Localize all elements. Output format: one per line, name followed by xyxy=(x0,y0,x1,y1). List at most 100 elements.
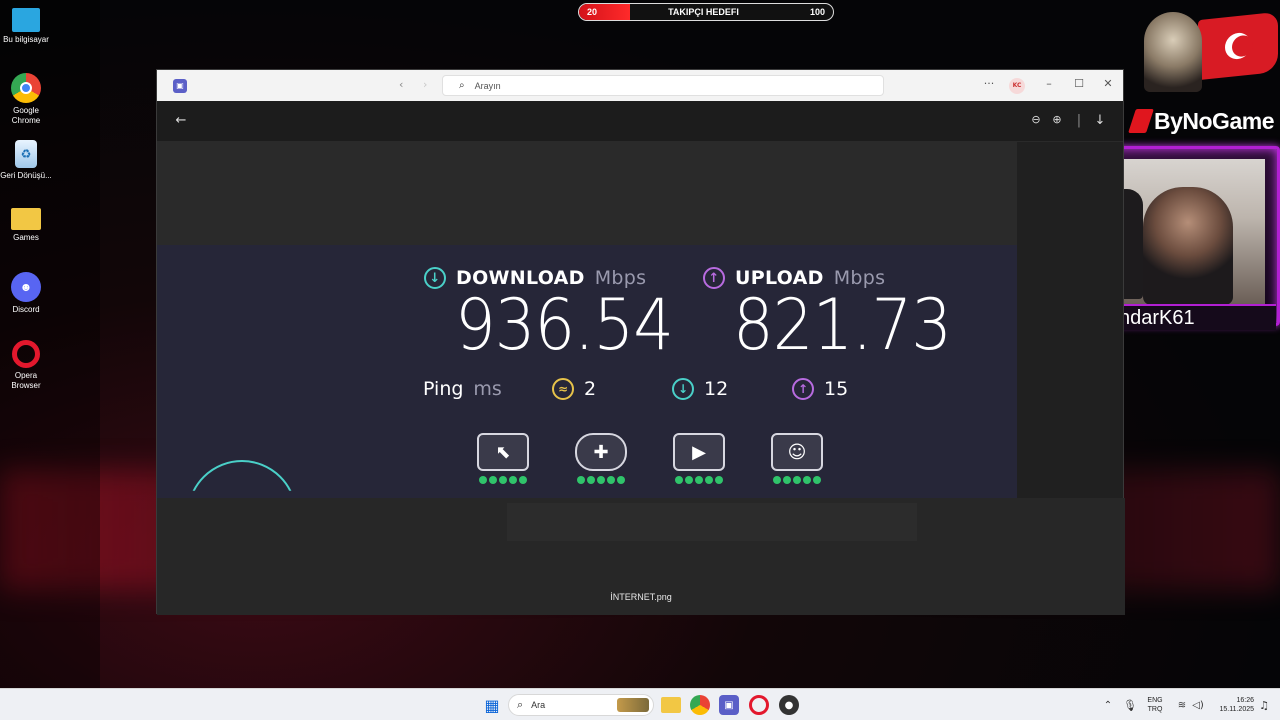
volume-icon[interactable]: ◁) xyxy=(1188,695,1208,715)
opera-icon[interactable] xyxy=(749,695,769,715)
usecase-rating xyxy=(770,476,824,484)
image-blurred-top xyxy=(157,142,1017,245)
download-icon[interactable]: ↓ xyxy=(1091,113,1109,128)
follower-goal-label: TAKIPÇI HEDEFI xyxy=(668,7,739,17)
toolbar-divider: | xyxy=(1076,113,1082,128)
turkish-flag-icon xyxy=(1198,11,1278,81)
ping-upload: ↑ 15 xyxy=(792,378,848,400)
image-filename: İNTERNET.png xyxy=(610,592,672,602)
desktop-icon-label: Discord xyxy=(12,305,40,314)
ping-idle-icon: ≈ xyxy=(552,378,574,400)
browsing-icon: ⬉ xyxy=(477,433,529,471)
portrait-flag-overlay xyxy=(1140,8,1280,94)
taskbar: ▦ ⌕ Ara ▣ ● ⌃ 🎙 ENG TRQ ≋ ◁) 16:26 15.11… xyxy=(0,688,1280,720)
desktop-icon-label: Google Chrome xyxy=(11,106,41,125)
nav-back-arrow-icon[interactable]: ‹ xyxy=(399,78,403,91)
tray-chevron-up-icon[interactable]: ⌃ xyxy=(1098,695,1118,715)
search-icon: ⌕ xyxy=(459,80,465,91)
desktop-icon-recycle-bin[interactable]: ♻ Geri Dönüşü... xyxy=(0,140,52,181)
gaming-icon: ✚ xyxy=(575,433,627,471)
usecase-browsing: ⬉ xyxy=(476,433,530,491)
streaming-icon: ▶ xyxy=(673,433,725,471)
usecase-gaming: ✚ xyxy=(574,433,628,491)
language-indicator[interactable]: ENG TRQ xyxy=(1144,696,1166,714)
chrome-icon xyxy=(11,73,41,103)
folder-icon xyxy=(11,208,41,230)
language-top: ENG xyxy=(1147,697,1163,704)
ping-label: Ping xyxy=(423,378,464,400)
desktop-icon-label: Games xyxy=(13,233,39,242)
teams-icon[interactable]: ▣ xyxy=(719,695,739,715)
search-placeholder: Arayın xyxy=(474,80,501,91)
avatar[interactable]: KC xyxy=(1009,78,1025,94)
obs-icon[interactable]: ● xyxy=(779,695,799,715)
image-blurred-element xyxy=(507,503,917,541)
ping-unit: ms xyxy=(473,378,502,400)
ping-download: ↓ 12 xyxy=(672,378,728,400)
ping-upload-value: 15 xyxy=(824,378,849,400)
usecase-rating xyxy=(574,476,628,484)
teams-app-icon: ▣ xyxy=(173,79,187,93)
usecase-video-call: ☺ xyxy=(770,433,824,491)
streamer-image xyxy=(1143,187,1233,305)
ping-upload-icon: ↑ xyxy=(792,378,814,400)
upload-value: 821.73 xyxy=(733,285,952,367)
ping-label-row: Ping ms xyxy=(423,378,502,400)
taskbar-search-label: Ara xyxy=(531,700,546,710)
download-arrow-icon: ↓ xyxy=(424,267,446,289)
ping-download-icon: ↓ xyxy=(672,378,694,400)
close-icon[interactable]: ✕ xyxy=(1098,77,1118,90)
desktop-icon-opera[interactable]: Opera Browser xyxy=(0,340,52,391)
usecase-rating xyxy=(672,476,726,484)
start-icon[interactable]: ▦ xyxy=(482,695,502,715)
speedtest-result-image: ↓ DOWNLOAD Mbps 936.54 ↑ UPLOAD Mbps 821… xyxy=(157,245,1017,498)
discord-icon: ☻ xyxy=(11,272,41,302)
bynogame-logo: ByNoGame xyxy=(1128,106,1274,136)
clock-date: 15.11.2025 xyxy=(1219,706,1254,713)
bynogame-wordmark: ByNoGame xyxy=(1154,107,1274,134)
desktop-icon-chrome[interactable]: Google Chrome xyxy=(0,73,52,126)
desktop-icon-label: Bu bilgisayar xyxy=(3,35,49,44)
follower-goal-bar: 20 TAKIPÇI HEDEFI 100 xyxy=(578,3,834,21)
follower-goal-target: 100 xyxy=(809,7,825,17)
notification-bell-icon[interactable]: ♫ xyxy=(1254,695,1274,715)
desktop-icon-this-pc[interactable]: Bu bilgisayar xyxy=(0,8,52,45)
computer-icon xyxy=(12,8,40,32)
minimize-icon[interactable]: – xyxy=(1039,77,1059,90)
back-arrow-icon[interactable]: ← xyxy=(172,113,190,128)
recycle-bin-icon: ♻ xyxy=(15,140,37,168)
maximize-icon[interactable]: ☐ xyxy=(1069,77,1089,90)
microphone-icon[interactable]: 🎙 xyxy=(1120,695,1140,715)
desktop-icon-games[interactable]: Games xyxy=(0,208,52,243)
ping-idle-value: 2 xyxy=(584,378,597,400)
upload-arrow-icon: ↑ xyxy=(703,267,725,289)
download-value: 936.54 xyxy=(455,285,674,367)
desktop-icon-label: Opera Browser xyxy=(11,371,41,390)
chrome-icon[interactable] xyxy=(690,695,710,715)
usecase-rating xyxy=(476,476,530,484)
zoom-out-icon[interactable]: ⊖ xyxy=(1027,113,1045,126)
nav-forward-arrow-icon[interactable]: › xyxy=(423,78,427,91)
search-highlight-image xyxy=(617,698,649,712)
photos-window: ▣ ‹ › ⌕ Arayın ··· KC – ☐ ✕ ← ⊖ ⊕ | ↓ ↓ … xyxy=(156,69,1125,615)
file-explorer-icon[interactable] xyxy=(661,697,681,713)
taskbar-search[interactable]: ⌕ Ara xyxy=(508,694,654,716)
more-options-icon[interactable]: ··· xyxy=(979,77,999,90)
search-icon: ⌕ xyxy=(517,698,524,711)
usecase-streaming: ▶ xyxy=(672,433,726,491)
clock-time: 16:26 xyxy=(1236,697,1254,704)
opera-icon xyxy=(12,340,40,368)
window-titlebar: ▣ ‹ › ⌕ Arayın ··· KC – ☐ ✕ xyxy=(157,70,1123,101)
portrait-image xyxy=(1144,12,1202,92)
language-bottom: TRQ xyxy=(1147,706,1163,713)
zoom-in-icon[interactable]: ⊕ xyxy=(1048,113,1066,126)
clock[interactable]: 16:26 15.11.2025 xyxy=(1208,696,1254,714)
desktop-icon-discord[interactable]: ☻ Discord xyxy=(0,272,52,315)
viewer-toolbar: ← ⊖ ⊕ | ↓ xyxy=(157,101,1123,142)
bynogame-mark-icon xyxy=(1128,109,1154,133)
ping-download-value: 12 xyxy=(704,378,729,400)
desktop-icon-label: Geri Dönüşü... xyxy=(0,171,52,180)
search-input[interactable]: ⌕ Arayın xyxy=(442,75,884,96)
ping-idle: ≈ 2 xyxy=(552,378,596,400)
video-call-icon: ☺ xyxy=(771,433,823,471)
